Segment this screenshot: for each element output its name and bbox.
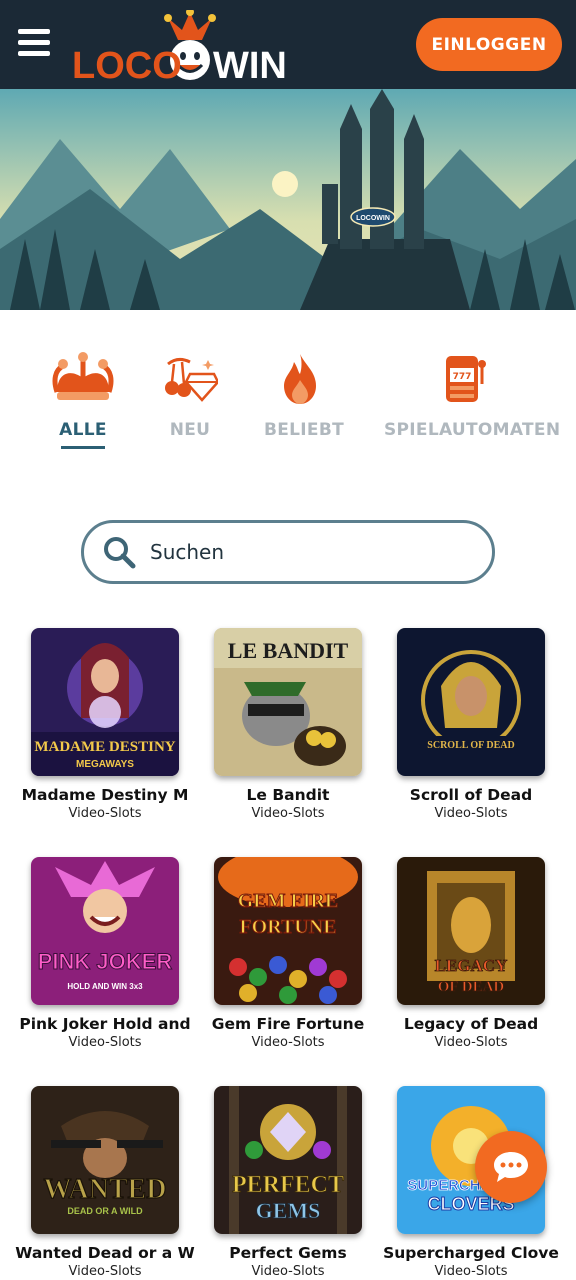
game-category: Video-Slots (251, 1035, 325, 1050)
hero-banner[interactable]: LOCOWIN (0, 89, 576, 310)
search-box[interactable] (81, 520, 495, 584)
tab-alle-label: ALLE (59, 420, 107, 440)
game-card[interactable]: PERFECT GEMS Perfect Gems Video-Slots (197, 1086, 379, 1279)
search-input[interactable] (150, 540, 450, 564)
logo-text-win: WIN (213, 45, 287, 84)
game-title: Legacy of Dead (403, 1015, 539, 1033)
tab-spielautomaten[interactable]: 777 SPIELAUTOMATEN (384, 350, 561, 440)
svg-text:GEM FIRE: GEM FIRE (238, 890, 339, 912)
svg-text:MADAME DESTINY: MADAME DESTINY (34, 739, 175, 755)
game-thumbnail[interactable]: PINK JOKER HOLD AND WIN 3x3 (31, 857, 179, 1005)
game-title: Wanted Dead or a W (15, 1244, 195, 1262)
svg-text:DEAD OR A WILD: DEAD OR A WILD (67, 1206, 143, 1216)
game-category: Video-Slots (68, 1264, 142, 1279)
jester-hat-icon (52, 352, 114, 400)
game-category: Video-Slots (434, 1035, 508, 1050)
tab-beliebt-label: BELIEBT (264, 420, 344, 440)
hamburger-menu-icon[interactable] (18, 29, 50, 57)
svg-text:MEGAWAYS: MEGAWAYS (76, 759, 134, 770)
game-title: Madame Destiny M (21, 786, 189, 804)
game-card[interactable]: LEGACY OF DEAD Legacy of Dead Video-Slot… (380, 857, 562, 1050)
game-thumbnail[interactable]: LE BANDIT (214, 628, 362, 776)
category-tabs: ALLE NEU BELIEBT 777 SPIELAUTOMATEN (0, 350, 576, 460)
tab-spielautomaten-label: SPIELAUTOMATEN (384, 420, 561, 440)
game-thumbnail[interactable]: GEM FIRE FORTUNE (214, 857, 362, 1005)
game-category: Video-Slots (434, 1264, 508, 1279)
game-card[interactable]: SCROLL OF DEAD Scroll of Dead Video-Slot… (380, 628, 562, 821)
castle-sign-text: LOCOWIN (356, 215, 390, 222)
chat-bubble-icon (494, 1152, 528, 1182)
tab-alle[interactable]: ALLE (50, 350, 116, 449)
game-card[interactable]: MADAME DESTINY MEGAWAYS Madame Destiny M… (14, 628, 196, 821)
game-category: Video-Slots (68, 806, 142, 821)
logo-text-loco: LOCO (72, 45, 182, 84)
svg-text:SCROLL OF DEAD: SCROLL OF DEAD (427, 740, 514, 751)
game-category: Video-Slots (434, 806, 508, 821)
game-thumbnail[interactable]: MADAME DESTINY MEGAWAYS (31, 628, 179, 776)
svg-text:LE BANDIT: LE BANDIT (228, 638, 349, 663)
cherry-diamond-icon (165, 357, 218, 402)
game-card[interactable]: WANTED DEAD OR A WILD Wanted Dead or a W… (14, 1086, 196, 1279)
game-thumbnail[interactable]: SCROLL OF DEAD (397, 628, 545, 776)
game-thumbnail[interactable]: WANTED DEAD OR A WILD (31, 1086, 179, 1234)
login-button[interactable]: EINLOGGEN (416, 18, 562, 71)
svg-text:WANTED: WANTED (44, 1174, 167, 1205)
live-chat-button[interactable] (475, 1131, 547, 1203)
tab-neu-label: NEU (169, 420, 211, 440)
game-title: Gem Fire Fortune (211, 1015, 365, 1033)
game-category: Video-Slots (251, 1264, 325, 1279)
game-card[interactable]: GEM FIRE FORTUNE Gem Fire Fortune Video-… (197, 857, 379, 1050)
svg-text:LEGACY: LEGACY (435, 956, 508, 975)
game-title: Pink Joker Hold and (19, 1015, 191, 1033)
castle-landscape-illustration: LOCOWIN (0, 89, 576, 310)
game-category: Video-Slots (68, 1035, 142, 1050)
game-thumbnail[interactable]: PERFECT GEMS (214, 1086, 362, 1234)
game-category: Video-Slots (251, 806, 325, 821)
svg-text:PINK JOKER: PINK JOKER (38, 949, 173, 974)
svg-text:FORTUNE: FORTUNE (239, 916, 336, 938)
game-thumbnail[interactable]: LEGACY OF DEAD (397, 857, 545, 1005)
slot-machine-icon: 777 (446, 356, 486, 402)
game-title: Scroll of Dead (409, 786, 533, 804)
svg-text:OF DEAD: OF DEAD (438, 979, 505, 995)
game-card[interactable]: LE BANDIT Le Bandit Video-Slots (197, 628, 379, 821)
svg-text:GEMS: GEMS (256, 1198, 321, 1223)
tab-beliebt[interactable]: BELIEBT (264, 350, 344, 440)
active-tab-indicator (61, 446, 105, 449)
tab-neu[interactable]: NEU (160, 350, 220, 440)
game-title: Perfect Gems (229, 1244, 347, 1262)
search-icon (104, 537, 136, 569)
game-card[interactable]: PINK JOKER HOLD AND WIN 3x3 Pink Joker H… (14, 857, 196, 1050)
svg-text:777: 777 (453, 372, 472, 382)
game-title: Le Bandit (246, 786, 330, 804)
flame-icon (284, 354, 316, 404)
game-title: Supercharged Clove (383, 1244, 559, 1262)
locowin-logo[interactable]: LOCO WIN (70, 10, 292, 84)
top-bar: LOCO WIN EINLOGGEN (0, 0, 576, 89)
svg-text:PERFECT: PERFECT (232, 1172, 344, 1198)
svg-text:HOLD AND WIN 3x3: HOLD AND WIN 3x3 (67, 982, 143, 991)
